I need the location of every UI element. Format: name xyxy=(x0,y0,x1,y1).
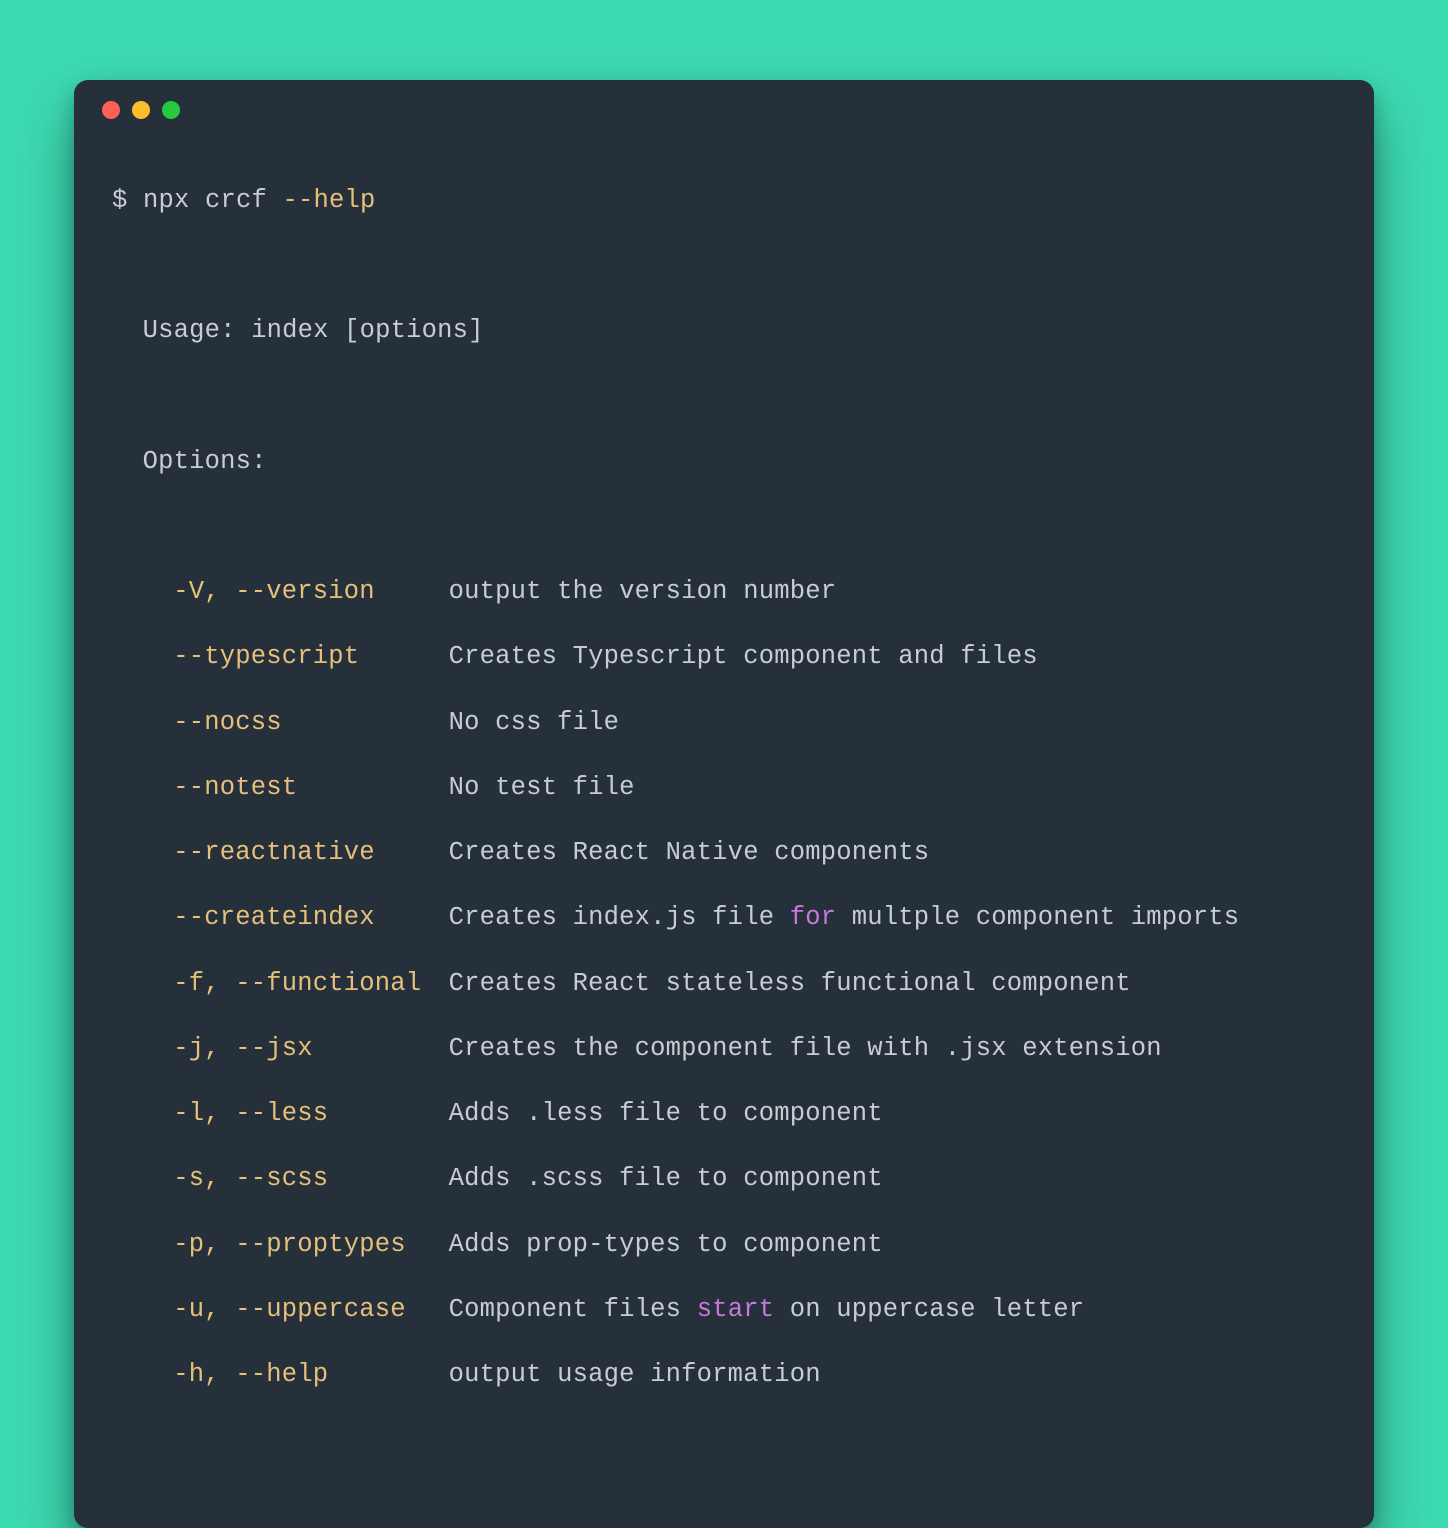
option-row: --nocssNo css file xyxy=(112,707,1336,740)
terminal-content: $ npx crcf --help Usage: index [options]… xyxy=(74,140,1374,1490)
usage-line: Usage: index [options] xyxy=(112,315,1336,348)
option-description: output the version number xyxy=(449,577,837,606)
terminal-window: $ npx crcf --help Usage: index [options]… xyxy=(74,80,1374,1528)
keyword: for xyxy=(790,903,837,932)
option-row: --typescriptCreates Typescript component… xyxy=(112,641,1336,674)
option-description: No css file xyxy=(449,708,620,737)
blank-line xyxy=(112,250,1336,283)
option-flag: -p, --proptypes xyxy=(173,1229,448,1262)
keyword: start xyxy=(697,1295,775,1324)
prompt-symbol: $ xyxy=(112,186,143,215)
option-flag: -s, --scss xyxy=(173,1163,448,1196)
option-row: -s, --scssAdds .scss file to component xyxy=(112,1163,1336,1196)
option-description: Adds .less file to component xyxy=(449,1099,883,1128)
option-flag: -f, --functional xyxy=(173,968,448,1001)
option-description: Component files xyxy=(449,1295,697,1324)
minimize-icon[interactable] xyxy=(132,101,150,119)
option-description: No test file xyxy=(449,773,635,802)
option-flag: -V, --version xyxy=(173,576,448,609)
option-row: -h, --helpoutput usage information xyxy=(112,1359,1336,1392)
option-flag: -h, --help xyxy=(173,1359,448,1392)
option-description: Creates React Native components xyxy=(449,838,930,867)
option-row: --notestNo test file xyxy=(112,772,1336,805)
option-flag: --notest xyxy=(173,772,448,805)
option-flag: --typescript xyxy=(173,641,448,674)
option-row: -V, --versionoutput the version number xyxy=(112,576,1336,609)
command-text: npx crcf xyxy=(143,186,283,215)
option-flag: -l, --less xyxy=(173,1098,448,1131)
option-row: -j, --jsxCreates the component file with… xyxy=(112,1033,1336,1066)
option-description: Adds .scss file to component xyxy=(449,1164,883,1193)
window-titlebar xyxy=(74,80,1374,140)
command-line: $ npx crcf --help xyxy=(112,185,1336,218)
option-description: Creates the component file with .jsx ext… xyxy=(449,1034,1162,1063)
option-row: -f, --functionalCreates React stateless … xyxy=(112,968,1336,1001)
option-row: -l, --lessAdds .less file to component xyxy=(112,1098,1336,1131)
option-row: --reactnativeCreates React Native compon… xyxy=(112,837,1336,870)
option-flag: --reactnative xyxy=(173,837,448,870)
option-description: Creates index.js file xyxy=(449,903,790,932)
option-description: Adds prop-types to component xyxy=(449,1230,883,1259)
blank-line xyxy=(112,380,1336,413)
option-description: on uppercase letter xyxy=(774,1295,1084,1324)
option-description: Creates React stateless functional compo… xyxy=(449,969,1131,998)
option-description: Creates Typescript component and files xyxy=(449,642,1038,671)
option-flag: -u, --uppercase xyxy=(173,1294,448,1327)
option-description: output usage information xyxy=(449,1360,821,1389)
option-row: --createindexCreates index.js file for m… xyxy=(112,902,1336,935)
option-description: multple component imports xyxy=(836,903,1239,932)
option-flag: --createindex xyxy=(173,902,448,935)
option-row: -p, --proptypesAdds prop-types to compon… xyxy=(112,1229,1336,1262)
option-flag: -j, --jsx xyxy=(173,1033,448,1066)
options-header: Options: xyxy=(112,446,1336,479)
option-flag: --nocss xyxy=(173,707,448,740)
command-flag: --help xyxy=(283,186,376,215)
blank-line xyxy=(112,511,1336,544)
close-icon[interactable] xyxy=(102,101,120,119)
option-row: -u, --uppercaseComponent files start on … xyxy=(112,1294,1336,1327)
maximize-icon[interactable] xyxy=(162,101,180,119)
